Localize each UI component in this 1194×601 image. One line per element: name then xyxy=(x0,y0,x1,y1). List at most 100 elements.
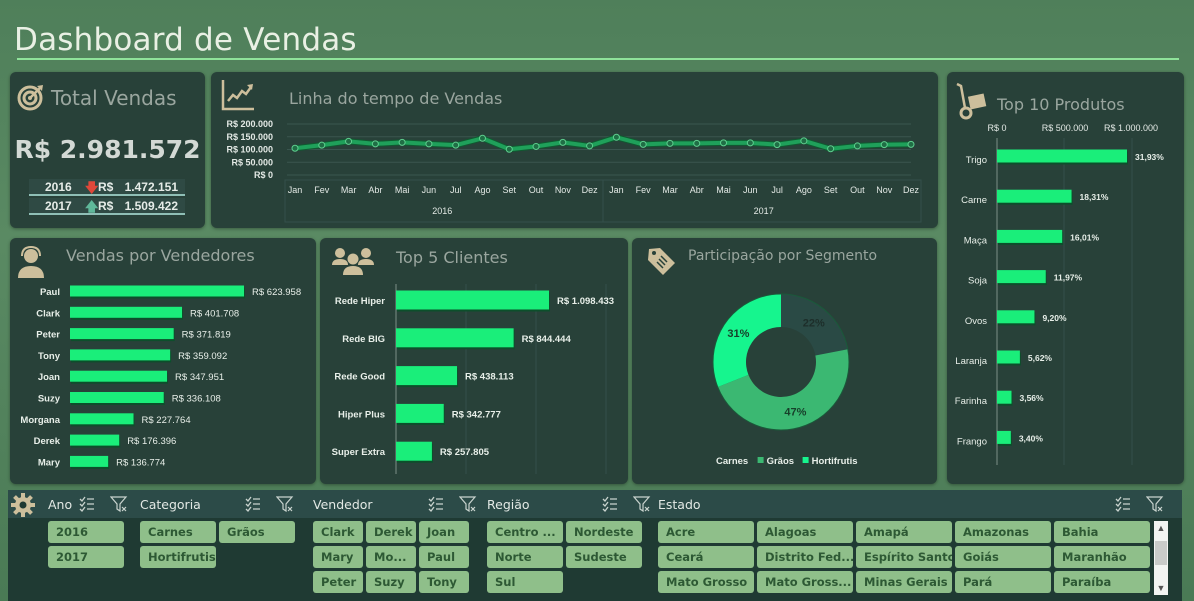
bar-value-label: R$ 401.708 xyxy=(190,308,239,319)
x-tick-label: Set xyxy=(503,185,517,195)
slicer-chip[interactable]: 2016 xyxy=(48,521,124,543)
multi-select-icon[interactable] xyxy=(427,495,445,513)
bar-value-label: 18,31% xyxy=(1080,192,1109,202)
slicer-chip[interactable]: Bahia xyxy=(1054,521,1150,543)
category-label: Hiper Plus xyxy=(338,409,385,420)
bar xyxy=(396,290,549,310)
category-label: Farinha xyxy=(955,396,988,407)
slicer-chip[interactable]: Amapá xyxy=(856,521,952,543)
category-label: Rede Good xyxy=(334,372,385,383)
clear-filter-icon[interactable] xyxy=(276,495,294,513)
scroll-thumb[interactable] xyxy=(1155,541,1167,565)
x-tick-label: R$ 1.000.000 xyxy=(1104,123,1158,133)
multi-select-icon[interactable] xyxy=(78,495,96,513)
slicer-chip[interactable]: Hortifrutis xyxy=(140,546,216,568)
year-value: 1.509.422 xyxy=(124,199,178,213)
year-row-2016: 2016 🡇 R$ 1.472.151 xyxy=(29,179,185,196)
slicer-chip[interactable]: Sul xyxy=(487,571,563,593)
slicer-chip[interactable]: Paraíba xyxy=(1054,571,1150,593)
slicer-chip[interactable]: Paul xyxy=(419,546,469,568)
slicer-chip[interactable]: Suzy xyxy=(366,571,416,593)
x-tick-label: Mai xyxy=(395,185,410,195)
y-tick-label: R$ 50.000 xyxy=(231,157,273,167)
slicer-chip[interactable]: Distrito Fed... xyxy=(757,546,853,568)
multi-select-icon[interactable] xyxy=(1114,495,1132,513)
y-tick-label: R$ 200.000 xyxy=(226,119,273,129)
bar xyxy=(70,392,164,403)
slice-label: 47% xyxy=(784,406,806,418)
slice-label: 31% xyxy=(727,328,749,340)
legend-label: Hortifrutis xyxy=(812,456,858,467)
data-point xyxy=(318,141,326,149)
slicer-chip[interactable]: Tony xyxy=(419,571,469,593)
donut-slice xyxy=(713,294,781,388)
slicer-chip[interactable]: Minas Gerais xyxy=(856,571,952,593)
bar xyxy=(70,434,120,446)
data-point xyxy=(398,138,406,146)
x-tick-label: Jun xyxy=(743,185,758,195)
slicer-chip[interactable]: Mato Gross... xyxy=(757,571,853,593)
target-icon xyxy=(17,85,43,111)
bar xyxy=(70,306,183,318)
year-group-label: 2016 xyxy=(432,206,452,216)
category-label: Morgana xyxy=(20,415,60,426)
slicer-chip[interactable]: Pará xyxy=(955,571,1051,593)
slicer-chip[interactable]: Mato Grosso xyxy=(658,571,754,593)
arrow-up-icon: 🡅 xyxy=(85,199,99,214)
clear-filter-icon[interactable] xyxy=(110,495,128,513)
data-point xyxy=(693,139,701,147)
bar xyxy=(70,349,171,361)
slicer-chip[interactable]: Grãos xyxy=(219,521,295,543)
slicer-chip[interactable]: Mo... xyxy=(366,546,416,568)
slicer-chip[interactable]: Clark xyxy=(313,521,363,543)
data-point xyxy=(773,141,781,149)
year-value: 1.472.151 xyxy=(124,180,178,194)
slicer-chip[interactable]: Derek xyxy=(366,521,416,543)
multi-select-icon[interactable] xyxy=(601,495,619,513)
clear-filter-icon[interactable] xyxy=(633,495,651,513)
year-group-label: 2017 xyxy=(754,206,774,216)
gear-icon[interactable] xyxy=(10,492,36,518)
category-label: Peter xyxy=(36,330,60,341)
slicer-chip[interactable]: Mary xyxy=(313,546,363,568)
scroll-down-icon[interactable]: ▼ xyxy=(1154,583,1168,593)
legend-label: Grãos xyxy=(767,456,794,467)
category-label: Derek xyxy=(34,436,61,447)
scroll-up-icon[interactable]: ▲ xyxy=(1154,523,1168,533)
slicer-chip[interactable]: Sudeste xyxy=(566,546,642,568)
slicer-chip[interactable]: Carnes xyxy=(140,521,216,543)
estado-scrollbar[interactable]: ▲ ▼ xyxy=(1154,521,1168,595)
x-tick-label: Jul xyxy=(450,185,462,195)
slicer-chip[interactable]: Joan xyxy=(419,521,469,543)
bar xyxy=(997,390,1012,404)
bar-value-label: 31,93% xyxy=(1135,152,1164,162)
slicer-chip[interactable]: Norte xyxy=(487,546,563,568)
x-tick-label: Mar xyxy=(341,185,357,195)
bar-value-label: R$ 227.764 xyxy=(142,415,191,426)
x-tick-label: Jun xyxy=(422,185,437,195)
clients-panel: Top 5 Clientes Rede Hiper R$ 1.098.433 Red… xyxy=(320,238,628,484)
slicer-chip[interactable]: 2017 xyxy=(48,546,124,568)
slicer-chip[interactable]: Acre xyxy=(658,521,754,543)
multi-select-icon[interactable] xyxy=(244,495,262,513)
category-label: Tony xyxy=(38,351,61,362)
slicer-chip[interactable]: Peter xyxy=(313,571,363,593)
products-chart: Trigo 31,93% Carne 18,31% Maça 16,01% Soja 11,9… xyxy=(955,123,1164,465)
clear-filter-icon[interactable] xyxy=(1146,495,1164,513)
clear-filter-icon[interactable] xyxy=(459,495,477,513)
data-point xyxy=(291,144,299,152)
slicer-chip[interactable]: Maranhão xyxy=(1054,546,1150,568)
slicer-chip[interactable]: Nordeste xyxy=(566,521,642,543)
slicer-chip[interactable]: Espírito Santo xyxy=(856,546,952,568)
total-sales-title: Total Vendas xyxy=(51,86,177,110)
bar xyxy=(997,149,1127,163)
slicer-chip[interactable]: Goiás xyxy=(955,546,1051,568)
slicer-chip[interactable]: Alagoas xyxy=(757,521,853,543)
slicer-chip[interactable]: Centro ... xyxy=(487,521,563,543)
category-label: Laranja xyxy=(955,356,987,367)
data-point xyxy=(907,140,915,148)
x-tick-label: Mai xyxy=(716,185,731,195)
slicer-chip[interactable]: Amazonas xyxy=(955,521,1051,543)
slicer-chip[interactable]: Ceará xyxy=(658,546,754,568)
bar xyxy=(396,441,432,461)
